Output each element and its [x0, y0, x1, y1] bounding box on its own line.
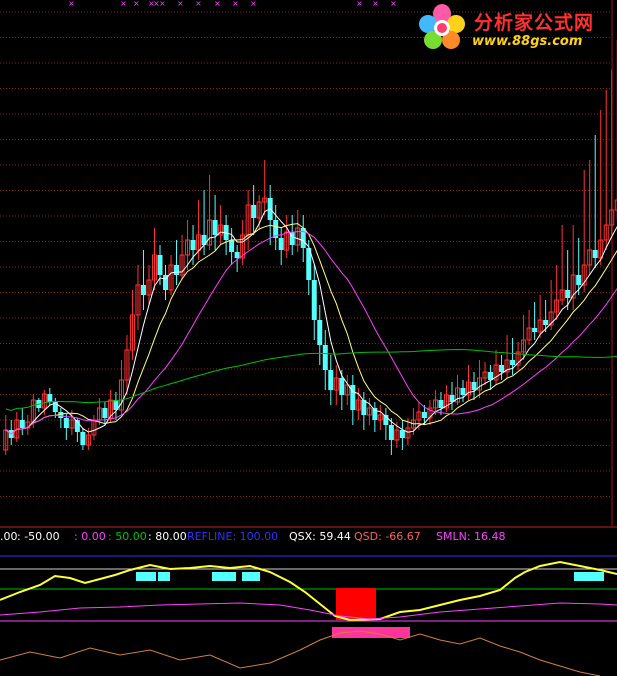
top-marker: ×: [177, 0, 184, 8]
top-marker: ×: [356, 0, 363, 8]
candle-body-down: [80, 432, 86, 445]
flower-logo-icon: [419, 4, 465, 49]
candle-body-down: [543, 320, 549, 325]
candle-body-down: [421, 412, 427, 418]
logo-url: www.88gs.com: [472, 34, 583, 49]
qsd-signal-block: [336, 588, 376, 620]
top-marker: ×: [120, 0, 127, 8]
ma20-line: [5, 230, 617, 435]
osc-line: [0, 630, 601, 676]
top-marker: ×: [68, 0, 75, 8]
smln-line: [0, 602, 617, 620]
top-marker: ×: [133, 0, 140, 8]
legend-item: QSX: 59.44: [289, 530, 351, 543]
top-marker: ×: [390, 0, 397, 8]
candle-body-down: [190, 240, 196, 250]
candle-body-down: [565, 290, 571, 298]
indicator-legend: .00: -50.00 : 0.00: 50.00: 80.00 REFLINE: …: [0, 529, 617, 545]
candle-body-down: [339, 378, 345, 395]
candle-body-down: [532, 328, 538, 332]
qsx-signal-block: [158, 572, 170, 581]
candle-body-down: [102, 408, 108, 418]
legend-item: : -50.00: [17, 530, 60, 543]
ma5-line: [5, 207, 617, 435]
candle-body-down: [399, 430, 405, 438]
candle-body-down: [140, 285, 146, 295]
qsx-line: [0, 560, 617, 622]
legend-item: : 50.00: [108, 530, 147, 543]
logo-name: 分析家公式网: [474, 12, 595, 34]
top-marker: ×: [372, 0, 379, 8]
qsx-signal-block: [242, 572, 260, 581]
candle-body-down: [19, 420, 25, 428]
candle-body-down: [388, 425, 394, 440]
top-marker: ×: [214, 0, 221, 8]
candle-body-down: [322, 345, 328, 370]
candle-body-down: [592, 250, 598, 258]
candle-body-down: [328, 370, 334, 390]
top-marker: ×: [232, 0, 239, 8]
legend-item: : 0.00: [74, 530, 106, 543]
candle-body-down: [510, 360, 516, 365]
qsx-signal-block: [136, 572, 156, 581]
site-logo: 分析家公式网 www.88gs.com: [414, 2, 614, 54]
qsx-signal-block: [212, 572, 236, 581]
legend-item: : 80.00: [148, 530, 187, 543]
candle-body-down: [229, 240, 235, 252]
candle-body-down: [251, 205, 257, 218]
candle-body-down: [311, 280, 317, 320]
legend-item: .00: [0, 530, 18, 543]
top-marker: ×: [250, 0, 257, 8]
candle-body-down: [47, 394, 53, 402]
candle-body-down: [460, 388, 466, 395]
candle-body-down: [157, 255, 163, 275]
candle-body-down: [212, 220, 218, 235]
ma60-line: [5, 348, 617, 411]
candle-body-down: [63, 418, 69, 428]
top-marker: ×: [195, 0, 202, 8]
candle-body-down: [317, 320, 323, 345]
candle-body-down: [234, 252, 240, 258]
candle-body-down: [499, 365, 505, 372]
legend-item: REFLINE: 100.00: [187, 530, 279, 543]
qsx-signal-block: [574, 572, 604, 581]
candle-body-down: [471, 382, 477, 390]
top-marker: ×: [159, 0, 166, 8]
stock-chart: × × × × × × × × × × × × × × 分析家公式网 www.88gs.com .00: …: [0, 0, 617, 676]
legend-item: SMLN: 16.48: [436, 530, 506, 543]
candle-body-down: [438, 400, 444, 408]
candle-body-down: [174, 265, 180, 275]
candle-body-down: [278, 238, 284, 250]
candle-body-down: [576, 275, 582, 285]
legend-item: QSD: -66.67: [354, 530, 421, 543]
chart-canvas: × × × ×× × × × × × × × × ×: [0, 0, 617, 676]
